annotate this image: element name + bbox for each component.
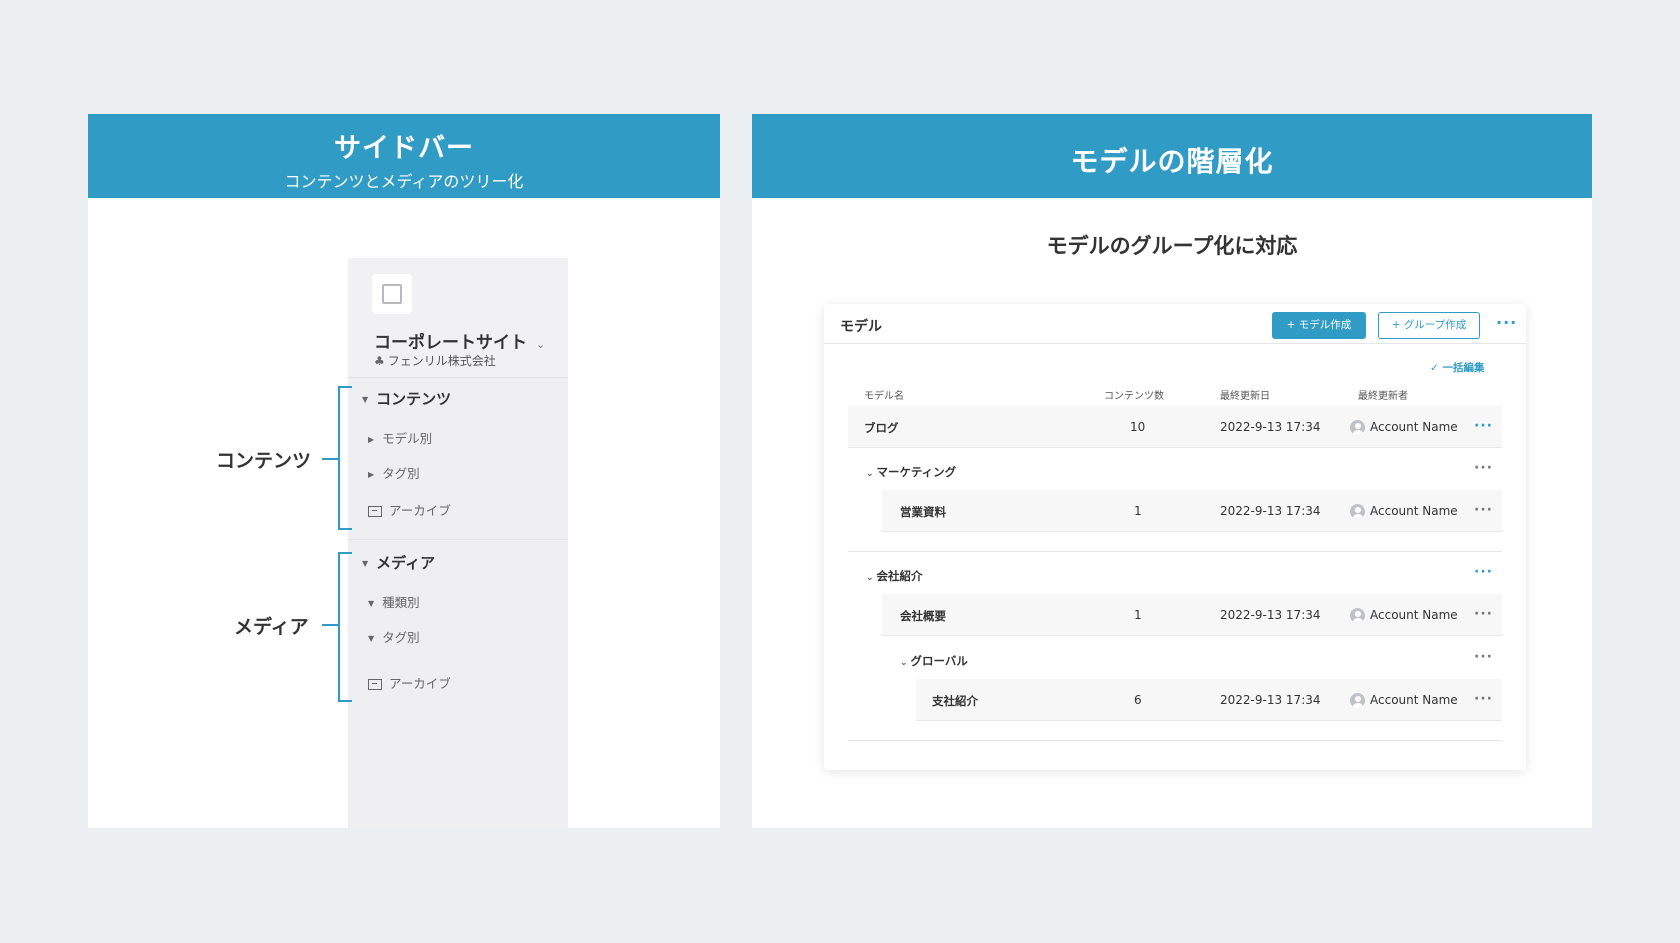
group-more-icon[interactable]: ··· xyxy=(1474,649,1493,665)
row-more-icon[interactable]: ··· xyxy=(1474,418,1493,434)
row-more-icon[interactable]: ··· xyxy=(1474,502,1493,518)
media-bracket-label: メディア xyxy=(234,616,309,638)
sidebar-item-media-archive[interactable]: アーカイブ xyxy=(368,673,451,692)
updated-date: 2022-9-13 17:34 xyxy=(1220,608,1321,622)
group-marketing[interactable]: ⌄ マーケティング xyxy=(866,464,956,480)
caret-down-icon: ▼ xyxy=(368,634,375,643)
caret-down-icon: ▼ xyxy=(368,599,375,608)
contents-bracket-tick xyxy=(322,458,338,460)
group-divider xyxy=(848,740,1502,741)
panel-title: モデルの階層化 xyxy=(1070,145,1274,178)
model-name: 会社概要 xyxy=(900,609,946,623)
content-count: 10 xyxy=(1130,420,1146,434)
panel-header: モデルの階層化 xyxy=(752,114,1592,198)
bulk-edit-link[interactable]: ✓ 一括編集 xyxy=(1430,360,1484,375)
create-group-button[interactable]: + グループ作成 xyxy=(1378,312,1480,339)
sidebar-section-contents: ▼ コンテンツ ▶ モデル別 ▶ タグ別 アーカイブ xyxy=(348,378,568,540)
caret-down-icon: ▼ xyxy=(362,559,369,568)
media-bracket-tick xyxy=(322,624,338,626)
org-name: フェンリル株式会社 xyxy=(387,354,496,368)
sidebar-item-archive[interactable]: アーカイブ xyxy=(368,500,451,519)
caret-down-icon: ▼ xyxy=(362,395,369,404)
sidebar-item-media-by-tag[interactable]: ▼ タグ別 xyxy=(368,627,420,646)
panel-header: サイドバー コンテンツとメディアのツリー化 xyxy=(88,114,720,198)
feature-title: モデルのグループ化に対応 xyxy=(1046,234,1298,258)
organization-icon: ♣ xyxy=(374,354,385,368)
row-more-icon[interactable]: ··· xyxy=(1474,691,1493,707)
site-name: コーポレートサイト xyxy=(374,333,527,353)
contents-bracket-label: コンテンツ xyxy=(216,450,312,472)
model-hierarchy-panel: モデルの階層化 モデルのグループ化に対応 モデル + モデル作成 + グループ作… xyxy=(752,114,1592,828)
card-title: モデル xyxy=(840,319,882,335)
sidebar-heading-media[interactable]: ▼ メディア xyxy=(362,552,435,573)
table-row[interactable]: 支社紹介 6 2022-9-13 17:34 Account Name ··· xyxy=(916,679,1502,721)
table-row[interactable]: 会社概要 1 2022-9-13 17:34 Account Name ··· xyxy=(882,594,1502,636)
caret-right-icon: ▶ xyxy=(368,470,375,479)
updated-by: Account Name xyxy=(1350,420,1458,435)
group-more-icon[interactable]: ··· xyxy=(1474,460,1493,476)
updated-date: 2022-9-13 17:34 xyxy=(1220,504,1321,518)
chevron-down-icon[interactable]: ⌄ xyxy=(536,338,545,351)
updated-by: Account Name xyxy=(1350,608,1458,623)
caret-right-icon: ▶ xyxy=(368,435,375,444)
sidebar-feature-panel: サイドバー コンテンツとメディアのツリー化 コーポレートサイト ⌄ ♣ フェンリル… xyxy=(88,114,720,828)
panel-subtitle: コンテンツとメディアのツリー化 xyxy=(284,172,524,191)
archive-icon xyxy=(368,506,382,517)
chevron-down-icon: ⌄ xyxy=(900,658,908,668)
column-header-updated-date: 最終更新日 xyxy=(1220,391,1270,402)
media-bracket xyxy=(338,552,352,702)
avatar xyxy=(1350,608,1365,623)
group-divider xyxy=(848,551,1502,552)
avatar xyxy=(1350,504,1365,519)
column-header-model-name: モデル名 xyxy=(864,391,904,402)
model-name: ブログ xyxy=(864,421,899,435)
table-row[interactable]: ブログ 10 2022-9-13 17:34 Account Name ··· xyxy=(848,406,1502,448)
updated-date: 2022-9-13 17:34 xyxy=(1220,693,1321,707)
group-global[interactable]: ⌄ グローバル xyxy=(900,653,968,669)
sidebar-mockup: コーポレートサイト ⌄ ♣ フェンリル株式会社 ▼ コンテンツ ▶ モデル別 ▶ タグ別… xyxy=(348,258,568,828)
model-list-card: モデル + モデル作成 + グループ作成 ··· ✓ 一括編集 モデル名 コンテ… xyxy=(824,304,1526,770)
more-icon[interactable]: ··· xyxy=(1496,313,1517,332)
archive-icon xyxy=(368,679,382,690)
content-count: 6 xyxy=(1134,693,1142,707)
chevron-down-icon: ⌄ xyxy=(866,469,874,479)
sidebar-section-media: ▼ メディア ▼ 種類別 ▼ タグ別 アーカイブ xyxy=(348,540,568,702)
model-name: 支社紹介 xyxy=(932,694,978,708)
sidebar-heading-contents[interactable]: ▼ コンテンツ xyxy=(362,388,451,409)
sidebar-item-by-type[interactable]: ▼ 種類別 xyxy=(368,592,420,611)
panel-title: サイドバー xyxy=(334,133,474,164)
sidebar-item-by-model[interactable]: ▶ モデル別 xyxy=(368,428,432,447)
org-name-row: ♣ フェンリル株式会社 xyxy=(374,352,496,369)
column-header-content-count: コンテンツ数 xyxy=(1104,391,1164,402)
chevron-down-icon: ⌄ xyxy=(866,573,874,583)
column-header-updated-by: 最終更新者 xyxy=(1358,391,1408,402)
updated-by: Account Name xyxy=(1350,693,1458,708)
create-model-button[interactable]: + モデル作成 xyxy=(1272,312,1366,339)
content-count: 1 xyxy=(1134,504,1142,518)
updated-by: Account Name xyxy=(1350,504,1458,519)
avatar xyxy=(1350,420,1365,435)
group-more-icon[interactable]: ··· xyxy=(1474,564,1493,580)
model-name: 営業資料 xyxy=(900,505,946,519)
row-more-icon[interactable]: ··· xyxy=(1474,606,1493,622)
table-row[interactable]: 営業資料 1 2022-9-13 17:34 Account Name ··· xyxy=(882,490,1502,532)
avatar xyxy=(1350,693,1365,708)
content-count: 1 xyxy=(1134,608,1142,622)
site-switcher[interactable]: コーポレートサイト ⌄ ♣ フェンリル株式会社 xyxy=(348,258,568,378)
site-logo-icon xyxy=(372,274,412,314)
sidebar-item-by-tag[interactable]: ▶ タグ別 xyxy=(368,463,420,482)
group-company-intro[interactable]: ⌄ 会社紹介 xyxy=(866,568,923,584)
contents-bracket xyxy=(338,386,352,530)
updated-date: 2022-9-13 17:34 xyxy=(1220,420,1321,434)
card-header: モデル + モデル作成 + グループ作成 ··· xyxy=(824,304,1526,344)
